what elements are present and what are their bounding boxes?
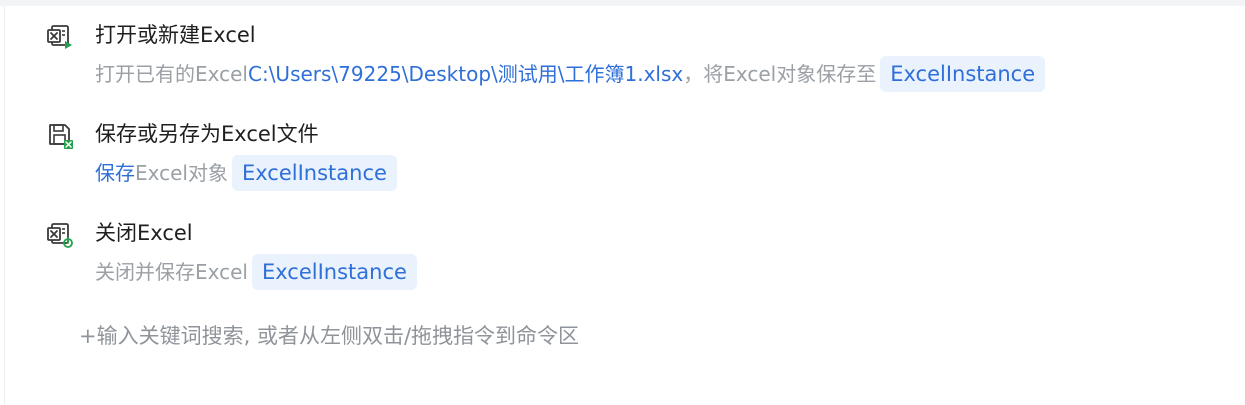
excel-save-icon	[46, 121, 74, 149]
step-description: 保存 Excel对象 ExcelInstance	[95, 155, 397, 191]
flow-step-close-excel[interactable]: 关闭Excel 关闭并保存Excel ExcelInstance	[0, 217, 1245, 297]
top-strip	[0, 0, 1245, 6]
add-command-input[interactable]: +输入关键词搜索, 或者从左侧双击/拖拽指令到命令区	[79, 322, 579, 350]
excel-close-icon	[46, 220, 74, 248]
file-path-param[interactable]: C:\Users\79225\Desktop\测试用\工作簿1.xlsx	[248, 59, 683, 89]
variable-chip[interactable]: ExcelInstance	[880, 56, 1046, 92]
excel-open-icon	[46, 22, 74, 50]
step-title: 关闭Excel	[95, 221, 193, 245]
desc-text: 打开已有的Excel	[95, 62, 248, 86]
flow-step-open-excel[interactable]: 打开或新建Excel 打开已有的Excel C:\Users\79225\Des…	[0, 18, 1245, 98]
step-title: 打开或新建Excel	[95, 23, 256, 47]
desc-text: ，将Excel对象保存至	[683, 62, 877, 86]
desc-text: Excel对象	[135, 161, 228, 185]
variable-chip[interactable]: ExcelInstance	[251, 254, 417, 290]
desc-text: 关闭并保存Excel	[95, 260, 248, 284]
step-title: 保存或另存为Excel文件	[95, 122, 319, 146]
flow-step-save-excel[interactable]: 保存或另存为Excel文件 保存 Excel对象 ExcelInstance	[0, 118, 1245, 198]
step-description: 关闭并保存Excel ExcelInstance	[95, 254, 417, 290]
step-description: 打开已有的Excel C:\Users\79225\Desktop\测试用\工作…	[95, 56, 1046, 92]
flow-editor: 打开或新建Excel 打开已有的Excel C:\Users\79225\Des…	[0, 0, 1245, 405]
action-param[interactable]: 保存	[95, 158, 135, 188]
variable-chip[interactable]: ExcelInstance	[231, 155, 397, 191]
